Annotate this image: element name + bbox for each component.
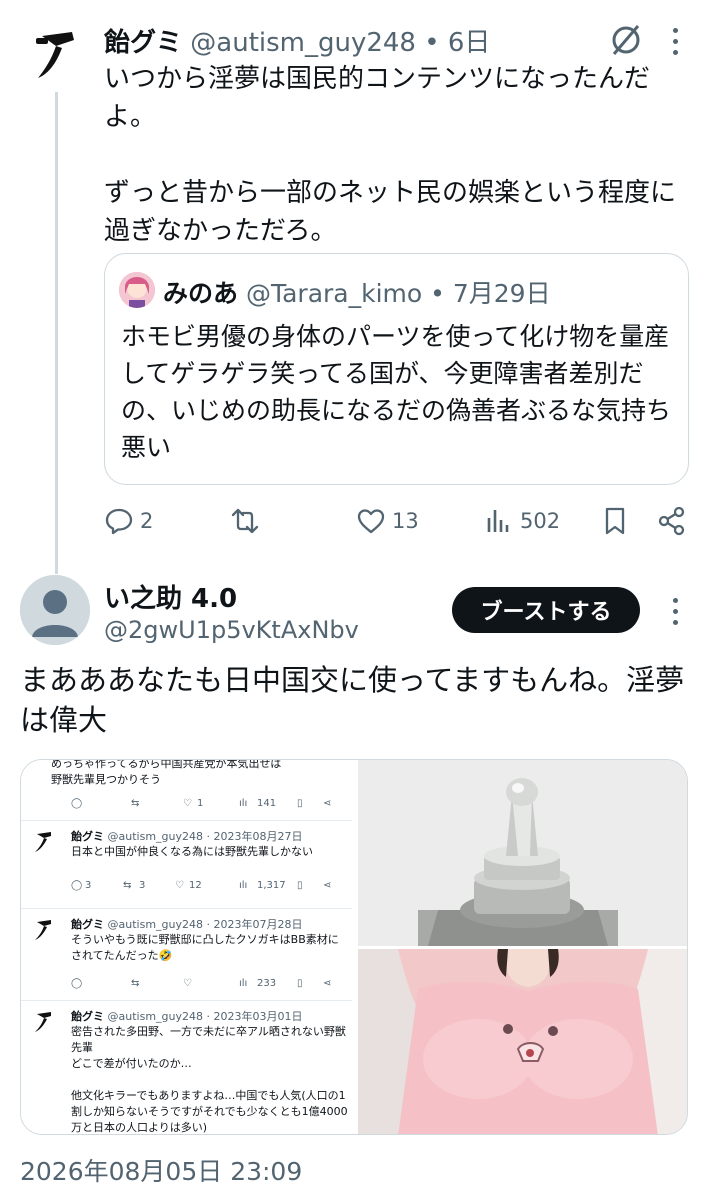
views-button[interactable]: 502 xyxy=(484,504,560,538)
reply-timestamp[interactable]: 2026年08月05日 23:09 xyxy=(20,1152,302,1188)
mini-like-icon: ♡ xyxy=(175,880,184,891)
mini-separator xyxy=(21,820,352,821)
parent-age[interactable]: 6日 xyxy=(448,28,491,58)
mini-avatar xyxy=(35,832,51,852)
mini-views-count: 1,317 xyxy=(257,880,286,891)
views-icon xyxy=(487,510,509,532)
mini-meta: @autism_guy248 · 2023年03月01日 xyxy=(107,1010,303,1023)
mini-top-fragment: めっちゃ作ってるから中国共産党が本気出せば 野獣先輩見つかりそう xyxy=(21,760,352,796)
share-icon xyxy=(658,506,685,536)
mini-share-icon: ⋖ xyxy=(323,978,332,989)
mini-text: 密告された多田野、一方で未だに卒アル晒されない野獣先輩 どこで差が付いたのか… … xyxy=(71,1025,348,1134)
parent-more-icon[interactable] xyxy=(670,28,680,58)
views-count: 502 xyxy=(520,509,561,533)
mini-text: 日本と中国が仲良くなる為には野獣先輩しかない xyxy=(71,845,313,858)
mini-views-icon: ılı xyxy=(239,880,248,891)
quoted-display-name: みのあ xyxy=(163,279,239,308)
mini-views-count: 233 xyxy=(257,978,277,989)
mini-share-icon: ⋖ xyxy=(323,880,332,891)
mini-reply-icon: ◯ xyxy=(71,978,83,989)
mini-like-icon: ♡ xyxy=(183,978,192,989)
mini-reply-count: 3 xyxy=(85,880,92,891)
mini-top-text: めっちゃ作ってるから中国共産党が本気出せば 野獣先輩見つかりそう xyxy=(51,760,282,786)
like-count: 13 xyxy=(392,509,419,533)
parent-display-name[interactable]: 飴グミ xyxy=(104,28,182,58)
mini-bookmark-icon: ▯ xyxy=(297,880,303,891)
mini-share-icon: ⋖ xyxy=(323,798,332,809)
media-toggle-switch-photo[interactable] xyxy=(358,760,687,946)
quoted-date: 7月29日 xyxy=(452,279,551,308)
mini-retweet-icon: ⇆ xyxy=(123,880,132,891)
parent-tweet-header: 飴グミ @autism_guy248 • 6日 xyxy=(104,22,490,59)
parent-avatar[interactable] xyxy=(32,28,78,84)
mini-bookmark-icon: ▯ xyxy=(297,978,303,989)
mini-avatar xyxy=(35,1012,51,1032)
mini-bookmark-icon: ▯ xyxy=(297,798,303,809)
reply-icon xyxy=(105,508,133,535)
media-screenshot[interactable]: めっちゃ作ってるから中国共産党が本気出せば 野獣先輩見つかりそう ◯ ⇆ ♡ 1… xyxy=(21,760,355,1134)
mini-reply-icon: ◯ xyxy=(71,798,83,809)
reply-button[interactable]: 2 xyxy=(104,504,153,538)
mini-views-icon: ılı xyxy=(239,798,248,809)
share-button[interactable] xyxy=(657,504,687,538)
mini-name: 飴グミ xyxy=(71,1010,104,1023)
mini-like-icon: ♡ xyxy=(183,798,192,809)
mini-retweet-icon: ⇆ xyxy=(131,978,140,989)
mini-text: そういやもう既に野獣邸に凸したクソガキはBB素材にされてたんだった🤣 xyxy=(71,933,339,962)
mini-separator xyxy=(21,908,352,909)
mini-like-count: 12 xyxy=(189,880,202,891)
like-button[interactable]: 13 xyxy=(356,504,419,538)
media-grid[interactable]: めっちゃ作ってるから中国共産党が本気出せば 野獣先輩見つかりそう ◯ ⇆ ♡ 1… xyxy=(20,759,688,1135)
quoted-avatar xyxy=(119,272,155,308)
reply-count: 2 xyxy=(140,509,154,533)
mini-like-count: 1 xyxy=(197,798,204,809)
parent-tweet-text: いつから淫夢は国民的コンテンツになったんだよ。 ずっと昔から一部のネット民の娯楽… xyxy=(104,64,677,246)
reply-more-icon[interactable] xyxy=(670,598,680,628)
mini-views-count: 141 xyxy=(257,798,277,809)
reply-display-name[interactable]: い之助 4.0 xyxy=(104,578,237,615)
retweet-icon xyxy=(231,508,259,534)
thread-connector-line xyxy=(55,92,58,574)
mini-reply-icon: ◯ xyxy=(71,880,83,891)
mini-avatar xyxy=(35,920,51,940)
mini-meta: @autism_guy248 · 2023年07月28日 xyxy=(107,918,303,931)
reply-tweet-text: まあああなたも日中国交に使ってますもんね。淫夢は偉大 xyxy=(20,663,685,737)
bookmark-button[interactable] xyxy=(600,504,630,538)
mini-top-actions: ◯ ⇆ ♡ 1 ılı 141 ▯ ⋖ xyxy=(21,798,352,814)
mini-tweet: 飴グミ @autism_guy248 · 2023年03月01日 密告された多田… xyxy=(21,1008,352,1134)
mini-name: 飴グミ xyxy=(71,830,104,843)
parent-handle[interactable]: @autism_guy248 xyxy=(190,28,416,58)
mini-tweet: 飴グミ @autism_guy248 · 2023年07月28日 そういやもう既… xyxy=(21,916,352,1000)
mini-retweet-count: 3 xyxy=(139,880,146,891)
parent-action-bar: 2 13 502 xyxy=(104,504,694,538)
boost-button[interactable]: ブーストする xyxy=(452,587,640,633)
mini-retweet-icon: ⇆ xyxy=(131,798,140,809)
reply-avatar[interactable] xyxy=(20,575,90,645)
quoted-tweet[interactable]: みのあ @Tarara_kimo • 7月29日 ホモビ男優の身体のパーツを使っ… xyxy=(104,253,689,485)
retweet-button[interactable] xyxy=(230,504,260,538)
mini-separator xyxy=(21,1000,352,1001)
mini-meta: @autism_guy248 · 2023年08月27日 xyxy=(107,830,303,843)
quoted-header: みのあ @Tarara_kimo • 7月29日 xyxy=(163,274,551,310)
quoted-tweet-text: ホモビ男優の身体のパーツを使って化け物を量産してゲラゲラ笑ってる国が、今更障害者… xyxy=(121,322,672,462)
mini-views-icon: ılı xyxy=(239,978,248,989)
grok-icon[interactable] xyxy=(608,22,644,58)
header-dot: • xyxy=(424,28,440,58)
mini-name: 飴グミ xyxy=(71,918,104,931)
like-icon xyxy=(357,509,385,534)
bookmark-icon xyxy=(605,507,625,535)
reply-handle[interactable]: @2gwU1p5vKtAxNbv xyxy=(104,616,359,644)
media-person-photo[interactable] xyxy=(358,949,687,1134)
quoted-handle: @Tarara_kimo xyxy=(245,279,423,308)
mini-tweet: 飴グミ @autism_guy248 · 2023年08月27日 日本と中国が仲… xyxy=(21,828,352,908)
quoted-dot: • xyxy=(430,279,445,308)
